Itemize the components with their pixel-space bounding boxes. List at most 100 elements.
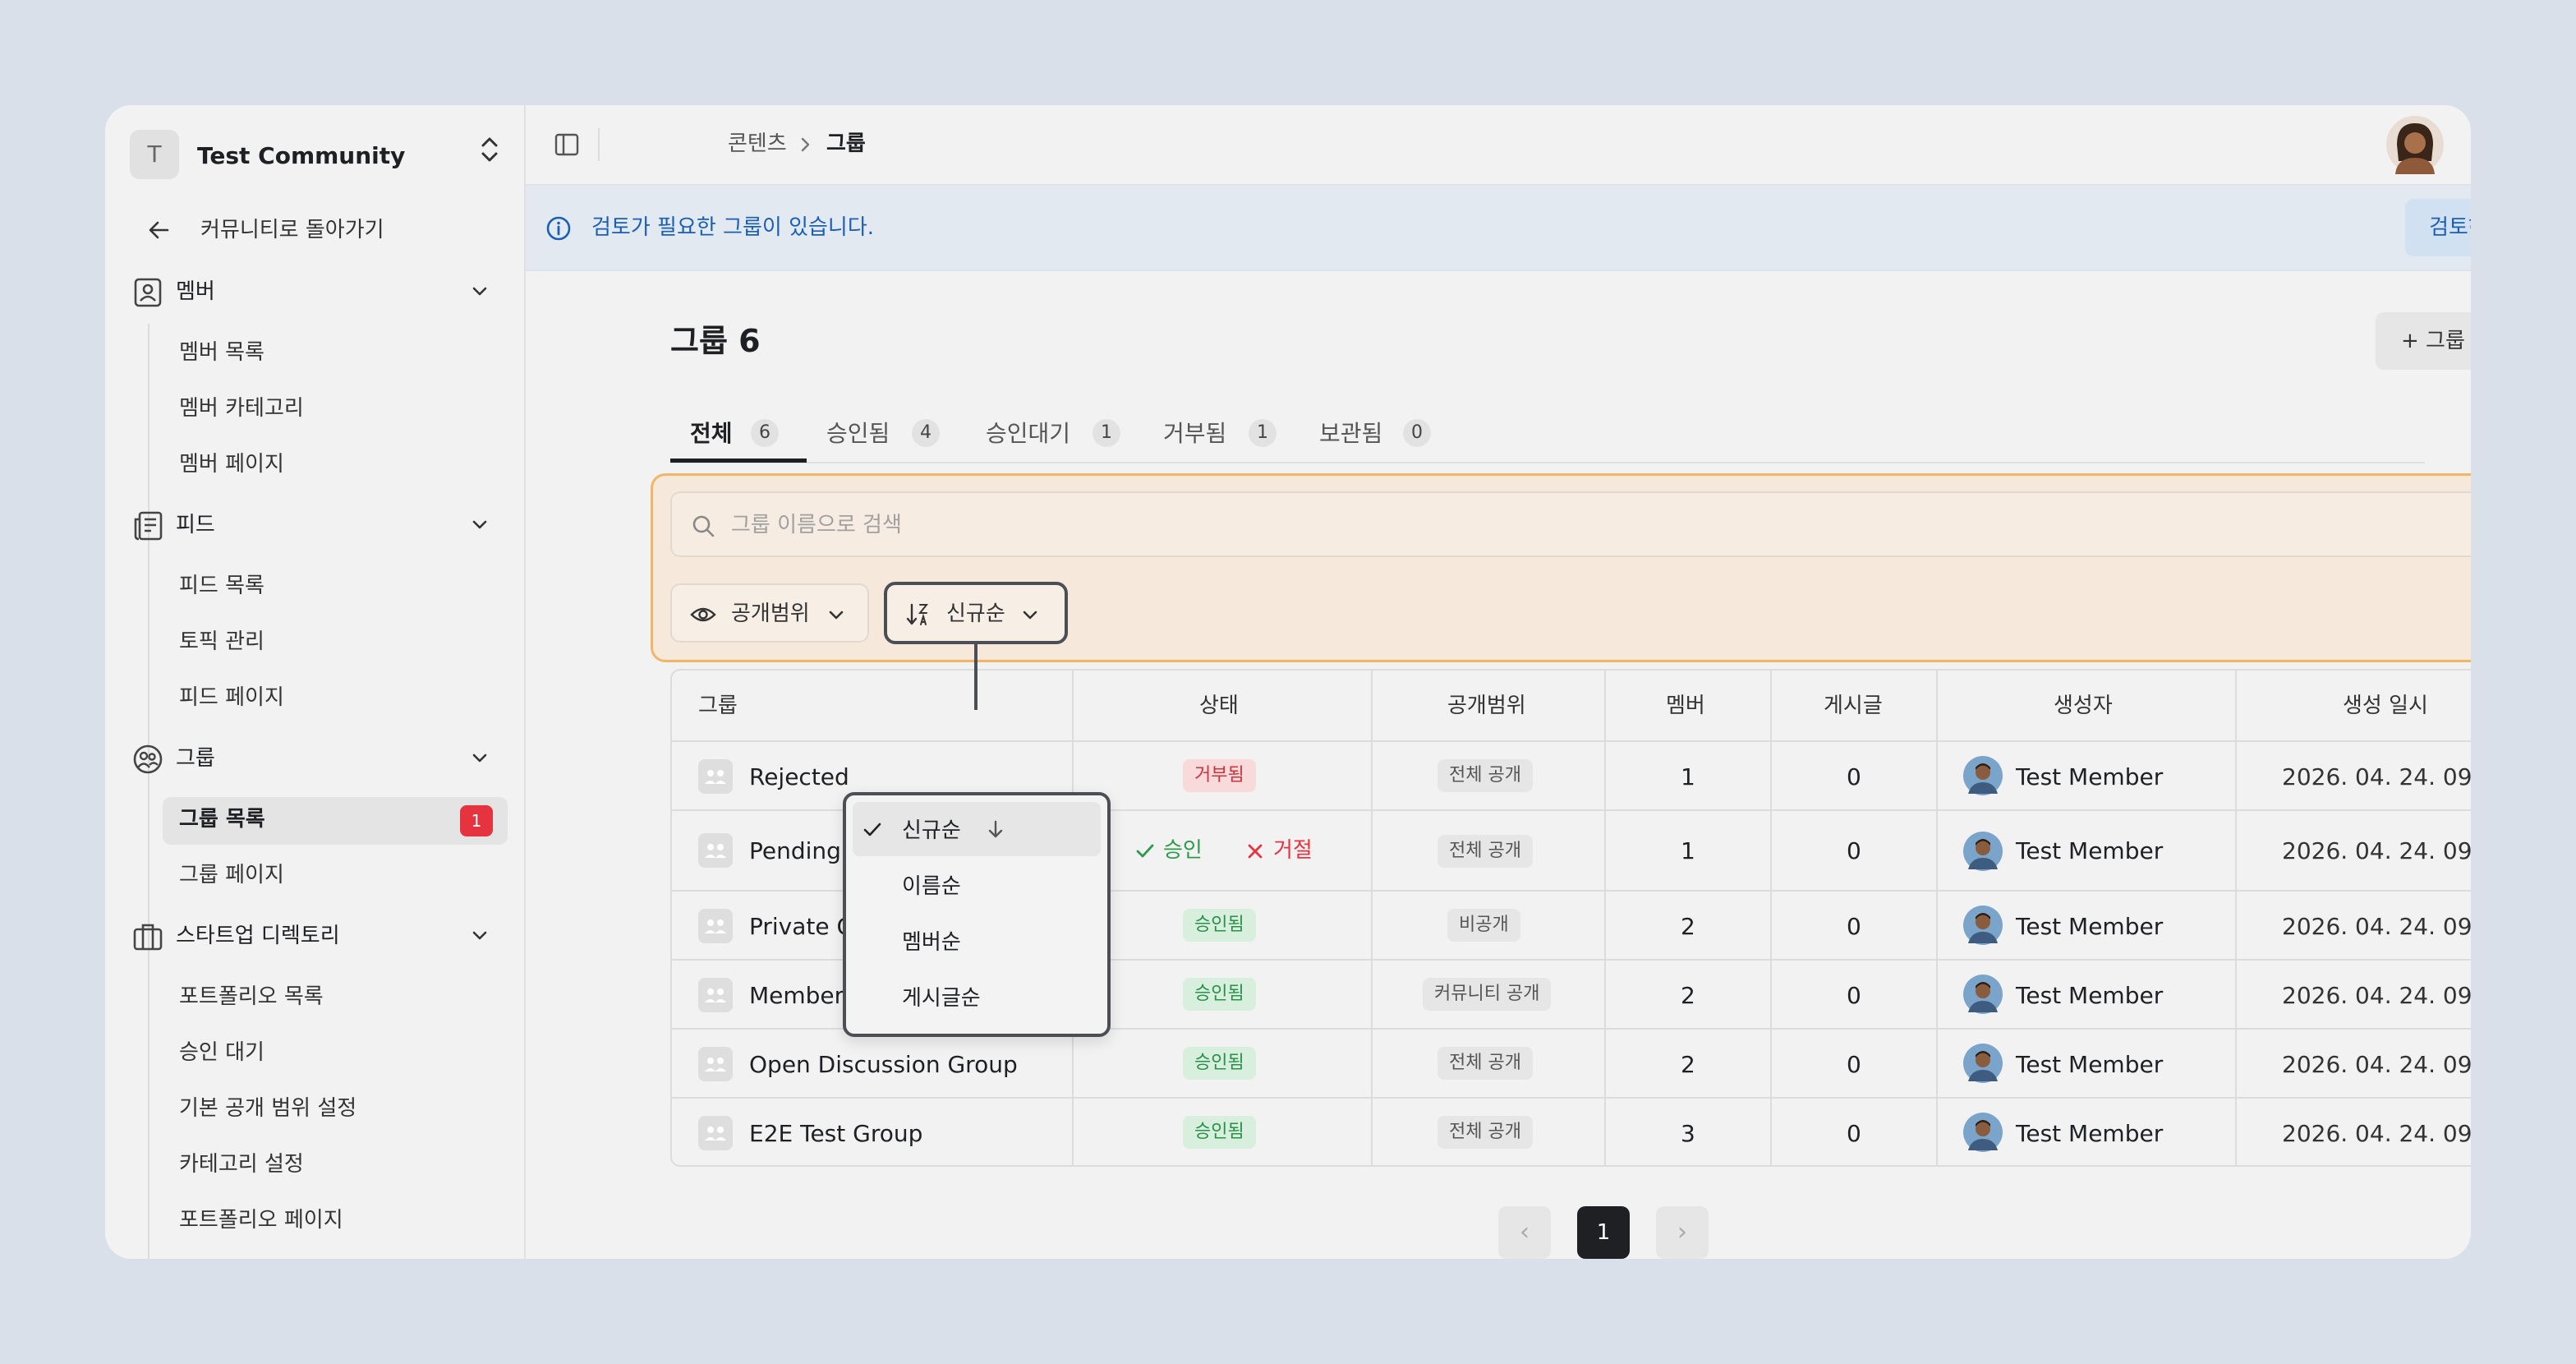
- review-button[interactable]: 검토하기 →: [2405, 199, 2471, 256]
- sidebar-item-portfolio-list[interactable]: 포트폴리오 목록: [179, 986, 324, 1007]
- reject-button[interactable]: 거절: [1239, 830, 1329, 871]
- group-list-badge: 1: [460, 805, 493, 836]
- eye-icon: [690, 607, 716, 622]
- chevron-down-icon[interactable]: [468, 924, 491, 947]
- post-count: 0: [1847, 1051, 1861, 1078]
- sidebar-item-portfolio-page[interactable]: 포트폴리오 페이지: [179, 1210, 343, 1231]
- avatar: [1963, 975, 2003, 1014]
- chevron-down-icon[interactable]: [468, 513, 491, 536]
- sidebar-item-category-settings[interactable]: 카테고리 설정: [179, 1154, 304, 1175]
- tab-label: 거부됨: [1163, 420, 1227, 447]
- created-at: 2026. 04. 24. 09:37: [2282, 763, 2471, 790]
- sidebar-item-member-category[interactable]: 멤버 카테고리: [179, 398, 304, 419]
- sort-option-posts[interactable]: 게시글순: [853, 970, 1101, 1024]
- sidebar-item-pending-approval[interactable]: 승인 대기: [179, 1042, 264, 1063]
- tab-rejected[interactable]: 거부됨 1: [1163, 408, 1303, 460]
- sidebar-item-default-visibility[interactable]: 기본 공개 범위 설정: [179, 1098, 356, 1119]
- sidebar-item-feed-page[interactable]: 피드 페이지: [179, 687, 284, 708]
- col-header-posts: 게시글: [1824, 694, 1883, 718]
- chevron-down-icon[interactable]: [468, 746, 491, 769]
- col-header-members: 멤버: [1666, 694, 1705, 718]
- avatar: [1963, 756, 2003, 795]
- sidebar: T Test Community 커뮤니티로 돌아가기 멤버 멤버 목록 멤버 …: [105, 105, 526, 1259]
- post-count: 0: [1847, 913, 1861, 940]
- group-name: E2E Test Group: [749, 1120, 923, 1147]
- tab-count: 0: [1403, 419, 1431, 447]
- tab-pending[interactable]: 승인대기 1: [986, 408, 1134, 460]
- review-banner: 검토가 필요한 그룹이 있습니다. 검토하기 →: [526, 184, 2471, 271]
- search-icon: [692, 515, 715, 537]
- status-badge: 거부됨: [1183, 759, 1256, 792]
- group-name: Rejected: [749, 763, 849, 790]
- created-at: 2026. 04. 24. 09:37: [2282, 1120, 2471, 1147]
- close-icon: [1248, 844, 1263, 859]
- created-at: 2026. 04. 24. 09:37: [2282, 1051, 2471, 1078]
- approve-button[interactable]: 승인: [1129, 830, 1219, 871]
- add-group-button[interactable]: + 그룹 추가: [2376, 312, 2471, 370]
- tabs-bottom-line: [670, 462, 2425, 463]
- group-name: Open Discussion Group: [749, 1051, 1018, 1078]
- visibility-filter-button[interactable]: 공개범위: [670, 583, 869, 643]
- tab-count: 1: [1092, 419, 1120, 447]
- created-at: 2026. 04. 24. 09:37: [2282, 982, 2471, 1009]
- group-placeholder-icon: [698, 833, 733, 868]
- breadcrumb-parent[interactable]: 콘텐츠: [728, 133, 787, 154]
- workspace-avatar: T: [130, 130, 179, 179]
- check-icon: [1136, 844, 1154, 858]
- sidebar-section-label[interactable]: 스타트업 디렉토리: [176, 925, 340, 947]
- arrow-left-icon: [149, 221, 169, 239]
- user-avatar[interactable]: [2385, 115, 2445, 174]
- back-label: 커뮤니티로 돌아가기: [200, 218, 384, 242]
- sidebar-item-member-list[interactable]: 멤버 목록: [179, 342, 264, 363]
- sort-option-label: 게시글순: [902, 986, 981, 1011]
- pagination-current[interactable]: 1: [1577, 1206, 1630, 1259]
- check-icon: [863, 823, 881, 836]
- avatar: [1963, 1044, 2003, 1083]
- sidebar-toggle-icon[interactable]: [554, 131, 580, 158]
- sidebar-item-topic-manage[interactable]: 토픽 관리: [179, 631, 264, 652]
- search-placeholder: 그룹 이름으로 검색: [731, 513, 902, 537]
- chevrons-up-down-icon[interactable]: [478, 135, 501, 164]
- tab-approved[interactable]: 승인됨 4: [826, 408, 974, 460]
- tab-active-underline: [670, 459, 807, 463]
- sidebar-item-group-list[interactable]: 그룹 목록: [179, 809, 265, 830]
- pagination-next[interactable]: ›: [1656, 1206, 1709, 1259]
- header-divider: [598, 128, 600, 161]
- table-row[interactable]: Open Discussion Group 승인됨 전체 공개 2 0 Test…: [672, 1030, 2471, 1098]
- col-header-status: 상태: [1199, 694, 1239, 718]
- tab-count: 1: [1249, 419, 1276, 447]
- col-header-visibility: 공개범위: [1447, 694, 1526, 718]
- sort-option-newest[interactable]: 신규순: [853, 802, 1101, 856]
- sort-dropdown: 신규순 이름순 멤버순 게시글순: [843, 792, 1111, 1037]
- chevron-right-icon: [801, 137, 810, 152]
- visibility-badge: 커뮤니티 공개: [1423, 978, 1552, 1011]
- sort-option-members[interactable]: 멤버순: [853, 914, 1101, 968]
- sidebar-section-label[interactable]: 그룹: [176, 748, 215, 769]
- tab-archived[interactable]: 보관됨 0: [1319, 408, 1459, 460]
- status-badge: 승인됨: [1183, 909, 1256, 942]
- visibility-badge: 비공개: [1447, 909, 1520, 942]
- sort-button[interactable]: 신규순: [884, 582, 1068, 644]
- table-row[interactable]: E2E Test Group 승인됨 전체 공개 3 0 Test Member…: [672, 1099, 2471, 1165]
- visibility-badge: 전체 공개: [1438, 1116, 1533, 1149]
- sidebar-item-member-page[interactable]: 멤버 페이지: [179, 454, 284, 475]
- arrow-down-icon: [988, 820, 1003, 838]
- back-to-community-link[interactable]: 커뮤니티로 돌아가기: [130, 207, 499, 253]
- sidebar-item-group-page[interactable]: 그룹 페이지: [179, 864, 284, 886]
- pagination-prev[interactable]: ‹: [1498, 1206, 1551, 1259]
- sidebar-item-feed-list[interactable]: 피드 목록: [179, 575, 264, 597]
- sidebar-section-label[interactable]: 멤버: [176, 281, 215, 302]
- sort-option-label: 이름순: [902, 874, 961, 899]
- col-header-group: 그룹: [698, 694, 738, 718]
- group-placeholder-icon: [698, 1047, 733, 1081]
- status-badge: 승인됨: [1183, 978, 1256, 1011]
- member-count: 2: [1681, 913, 1695, 940]
- sidebar-section-label[interactable]: 피드: [176, 514, 215, 536]
- group-placeholder-icon: [698, 909, 733, 943]
- search-input[interactable]: 그룹 이름으로 검색: [670, 491, 2471, 557]
- sort-option-name[interactable]: 이름순: [853, 858, 1101, 912]
- chevron-down-icon[interactable]: [468, 279, 491, 302]
- visibility-badge: 전체 공개: [1438, 835, 1533, 868]
- col-header-created: 생성 일시: [2343, 694, 2428, 718]
- sidebar-subtree-line: [148, 968, 150, 1259]
